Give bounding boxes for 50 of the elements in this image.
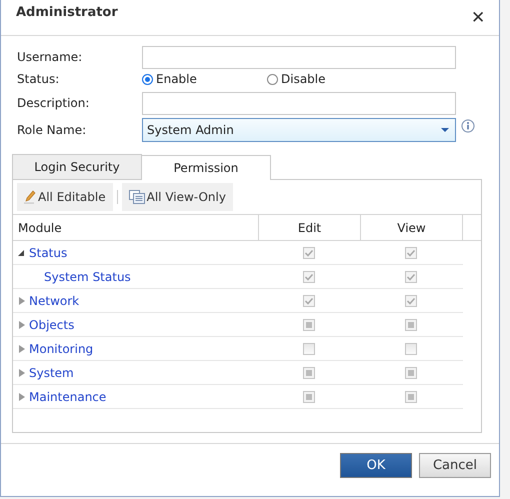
- checkbox[interactable]: [405, 366, 417, 378]
- module-name[interactable]: System: [29, 366, 74, 380]
- field-label: Description:: [17, 96, 90, 110]
- input-field[interactable]: [142, 46, 456, 68]
- tab[interactable]: Login Security: [12, 154, 142, 179]
- checkbox[interactable]: [405, 390, 417, 402]
- document-icon: [128, 190, 145, 204]
- input-field[interactable]: [142, 92, 456, 114]
- checkbox[interactable]: [405, 270, 417, 282]
- module-name[interactable]: Status: [29, 246, 68, 260]
- collapse-toggle[interactable]: [18, 250, 24, 256]
- field-label: Status:: [17, 72, 60, 86]
- checkbox[interactable]: [303, 342, 315, 354]
- expand-toggle[interactable]: [19, 392, 25, 400]
- checkbox[interactable]: [303, 294, 315, 306]
- checkbox[interactable]: [303, 270, 315, 282]
- checkbox[interactable]: [405, 246, 417, 258]
- radio-option[interactable]: Disable: [267, 72, 392, 86]
- module-name[interactable]: Monitoring: [29, 342, 94, 356]
- role-dropdown[interactable]: System Admin: [142, 118, 456, 142]
- dialog-title: Administrator: [16, 5, 118, 20]
- module-name[interactable]: Maintenance: [29, 390, 106, 404]
- close-button[interactable]: ✕: [471, 8, 485, 28]
- toolbar-button[interactable]: All View-Only: [122, 183, 233, 211]
- expand-toggle[interactable]: [19, 320, 25, 328]
- checkbox[interactable]: [405, 318, 417, 330]
- checkbox[interactable]: [405, 342, 417, 354]
- module-name[interactable]: System Status: [44, 270, 131, 284]
- column-header: Module: [17, 220, 63, 236]
- checkbox[interactable]: [303, 366, 315, 378]
- toolbar-button[interactable]: All Editable: [17, 183, 113, 211]
- column-header: View: [360, 215, 462, 240]
- field-label: Role Name:: [17, 123, 88, 137]
- field-label: Username:: [17, 50, 84, 64]
- info-icon[interactable]: [461, 119, 475, 133]
- column-header: Edit: [258, 215, 360, 240]
- tab[interactable]: Permission: [141, 155, 271, 180]
- expand-toggle[interactable]: [19, 296, 25, 304]
- pencil-icon: [24, 190, 36, 204]
- expand-toggle[interactable]: [19, 368, 25, 376]
- checkbox[interactable]: [303, 318, 315, 330]
- checkbox[interactable]: [303, 390, 315, 402]
- checkbox[interactable]: [303, 246, 315, 258]
- cancel-button[interactable]: Cancel: [419, 453, 491, 478]
- module-name[interactable]: Network: [29, 294, 80, 308]
- checkbox[interactable]: [405, 294, 417, 306]
- radio-option[interactable]: Enable: [142, 72, 267, 86]
- module-name[interactable]: Objects: [29, 318, 74, 332]
- ok-button[interactable]: OK: [340, 453, 412, 478]
- expand-toggle[interactable]: [19, 344, 25, 352]
